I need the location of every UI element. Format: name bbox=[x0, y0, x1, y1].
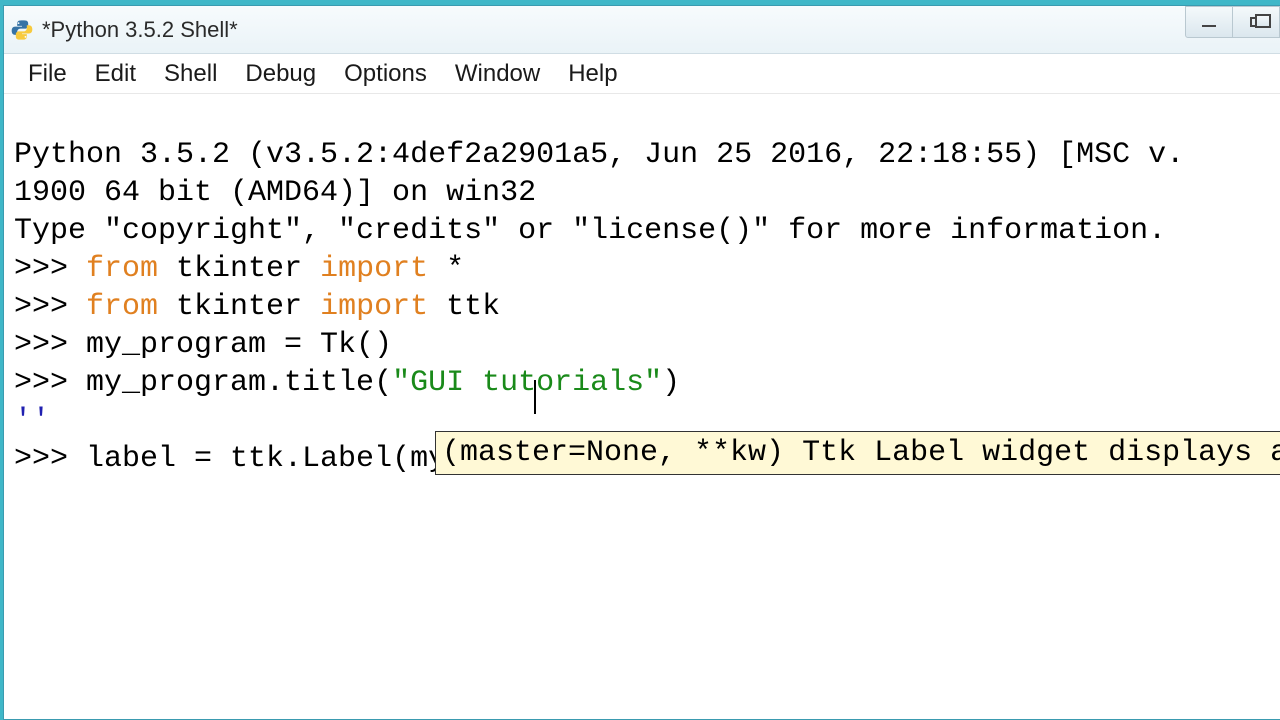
prompt: >>> bbox=[14, 328, 86, 362]
prompt: >>> bbox=[14, 366, 86, 400]
string-literal: "GUI tutorials" bbox=[392, 366, 662, 400]
line-tk: my_program = Tk() bbox=[86, 328, 392, 362]
calltip-doc: Ttk Label widget displays a textual labe… bbox=[802, 436, 1280, 470]
menu-edit[interactable]: Edit bbox=[81, 56, 150, 92]
menu-shell[interactable]: Shell bbox=[150, 56, 231, 92]
window-title: *Python 3.5.2 Shell* bbox=[42, 17, 238, 43]
menu-file[interactable]: File bbox=[14, 56, 81, 92]
calltip-signature: (master=None, **kw) bbox=[442, 436, 784, 470]
python-icon bbox=[10, 18, 34, 42]
mod-tkinter: tkinter bbox=[176, 252, 302, 286]
menu-options[interactable]: Options bbox=[330, 56, 441, 92]
minimize-icon bbox=[1202, 25, 1216, 27]
call-tip-tooltip: (master=None, **kw) Ttk Label widget dis… bbox=[435, 431, 1280, 475]
line-title-post: ) bbox=[662, 366, 680, 400]
menu-bar: File Edit Shell Debug Options Window Hel… bbox=[4, 54, 1280, 94]
banner-line-3: Type "copyright", "credits" or "license(… bbox=[14, 214, 1166, 248]
menu-help[interactable]: Help bbox=[554, 56, 631, 92]
kw-from: from bbox=[86, 290, 158, 324]
line-title-pre: my_program.title( bbox=[86, 366, 392, 400]
prompt: >>> bbox=[14, 442, 86, 476]
repl-output: '' bbox=[14, 404, 50, 438]
import-ttk: ttk bbox=[446, 290, 500, 324]
kw-import: import bbox=[320, 290, 428, 324]
menu-debug[interactable]: Debug bbox=[231, 56, 330, 92]
kw-from: from bbox=[86, 252, 158, 286]
maximize-icon bbox=[1250, 17, 1262, 27]
shell-text-area[interactable]: Python 3.5.2 (v3.5.2:4def2a2901a5, Jun 2… bbox=[4, 94, 1280, 678]
prompt: >>> bbox=[14, 290, 86, 324]
minimize-button[interactable] bbox=[1185, 6, 1233, 38]
window-controls: ✕ bbox=[1186, 6, 1280, 38]
banner-line-2: 1900 64 bit (AMD64)] on win32 bbox=[14, 176, 536, 210]
import-star: * bbox=[446, 252, 464, 286]
title-bar[interactable]: *Python 3.5.2 Shell* ✕ bbox=[4, 6, 1280, 54]
banner-line-1: Python 3.5.2 (v3.5.2:4def2a2901a5, Jun 2… bbox=[14, 138, 1184, 172]
menu-window[interactable]: Window bbox=[441, 56, 554, 92]
mod-tkinter: tkinter bbox=[176, 290, 302, 324]
idle-window: *Python 3.5.2 Shell* ✕ File Edit Shell D… bbox=[3, 5, 1280, 720]
kw-import: import bbox=[320, 252, 428, 286]
text-caret bbox=[534, 380, 536, 414]
prompt: >>> bbox=[14, 252, 86, 286]
maximize-button[interactable] bbox=[1232, 6, 1280, 38]
